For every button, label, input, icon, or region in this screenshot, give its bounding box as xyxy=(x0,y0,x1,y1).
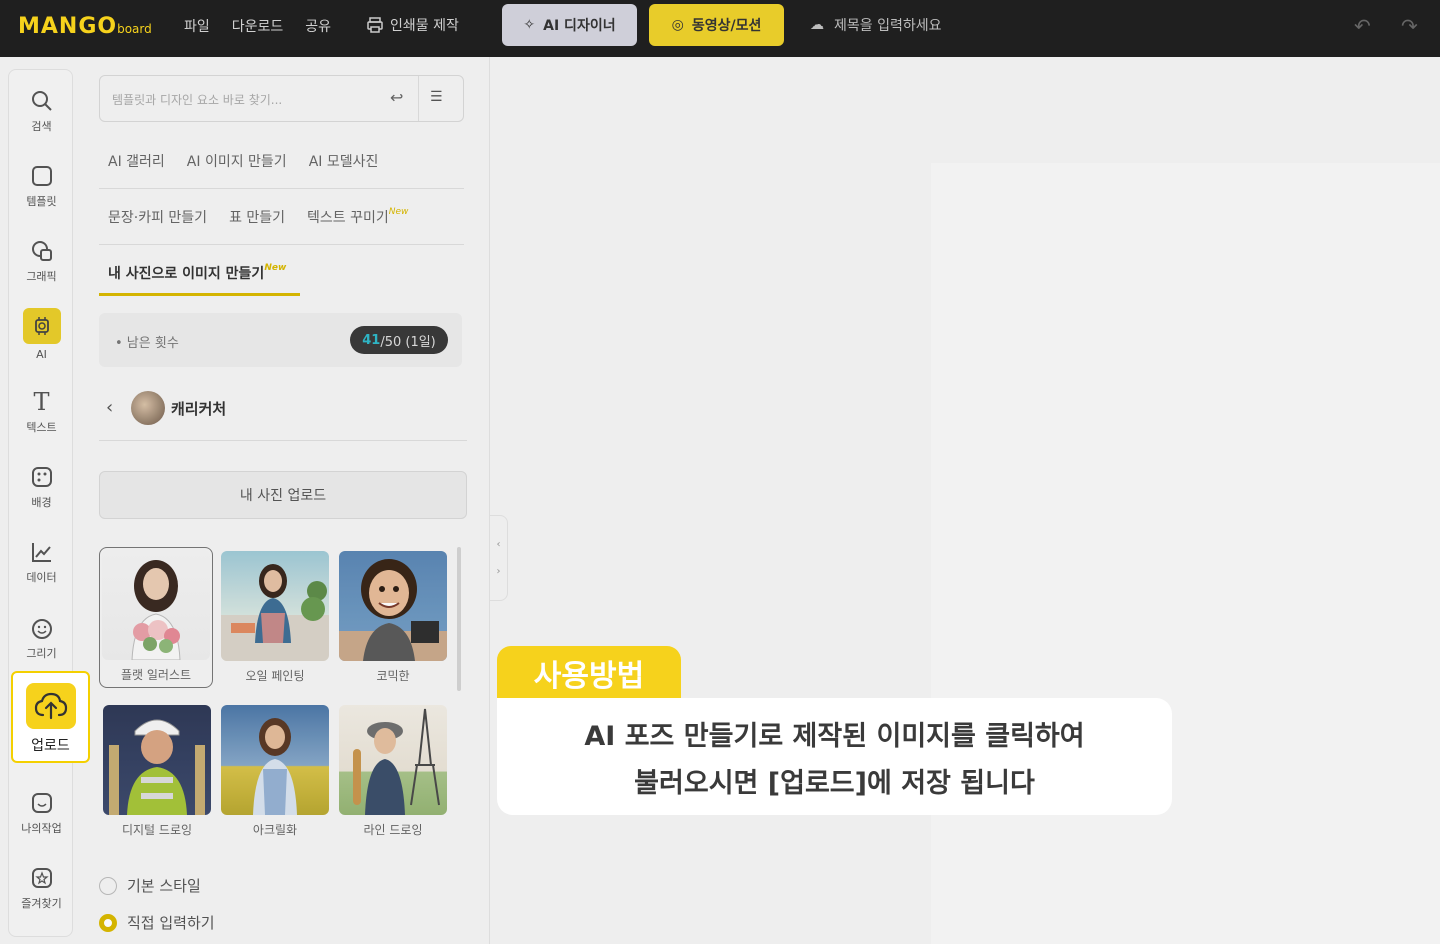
upload-label: 업로드 xyxy=(31,738,70,754)
mangoboard-logo[interactable]: MANGOboard xyxy=(18,14,152,39)
video-motion-button[interactable]: ◎ 동영상/모션 xyxy=(649,4,784,46)
tutorial-tab-label: 사용방법 xyxy=(497,646,681,700)
tooltip-line-1: AI 포즈 만들기로 제작된 이미지를 클릭하여 xyxy=(584,720,1085,752)
top-menu: 파일 다운로드 공유 xyxy=(184,16,331,36)
video-motion-icon: ◎ xyxy=(671,17,684,33)
menu-share[interactable]: 공유 xyxy=(305,16,331,36)
print-label: 인쇄물 제작 xyxy=(390,18,459,34)
undo-icon[interactable]: ↶ xyxy=(1354,14,1371,38)
menu-file[interactable]: 파일 xyxy=(184,16,210,36)
logo-main-text: MANGO xyxy=(18,14,118,39)
cloud-edit-icon: ☁ xyxy=(810,17,824,33)
highlighted-upload-button[interactable]: 업로드 xyxy=(11,671,90,763)
print-production-menu[interactable]: 인쇄물 제작 xyxy=(366,15,459,35)
document-title-field[interactable]: ☁ 제목을 입력하세요 xyxy=(810,15,942,35)
logo-sub-text: board xyxy=(117,22,152,36)
menu-download[interactable]: 다운로드 xyxy=(232,16,284,36)
ai-designer-label: AI 디자이너 xyxy=(543,18,616,34)
upload-cloud-icon xyxy=(25,683,76,729)
video-motion-label: 동영상/모션 xyxy=(691,18,762,34)
title-placeholder: 제목을 입력하세요 xyxy=(834,18,942,34)
redo-icon[interactable]: ↷ xyxy=(1401,14,1418,38)
tooltip-line-2: 불러오시면 [업로드]에 저장 됩니다 xyxy=(634,767,1035,799)
tutorial-tooltip: AI 포즈 만들기로 제작된 이미지를 클릭하여 불러오시면 [업로드]에 저장… xyxy=(497,698,1172,815)
printer-icon xyxy=(367,17,383,33)
ai-designer-button[interactable]: ✧ AI 디자이너 xyxy=(502,4,637,46)
magic-wand-icon: ✧ xyxy=(523,17,536,33)
top-bar: MANGOboard 파일 다운로드 공유 인쇄물 제작 ✧ AI 디자이너 ◎… xyxy=(0,0,1440,57)
